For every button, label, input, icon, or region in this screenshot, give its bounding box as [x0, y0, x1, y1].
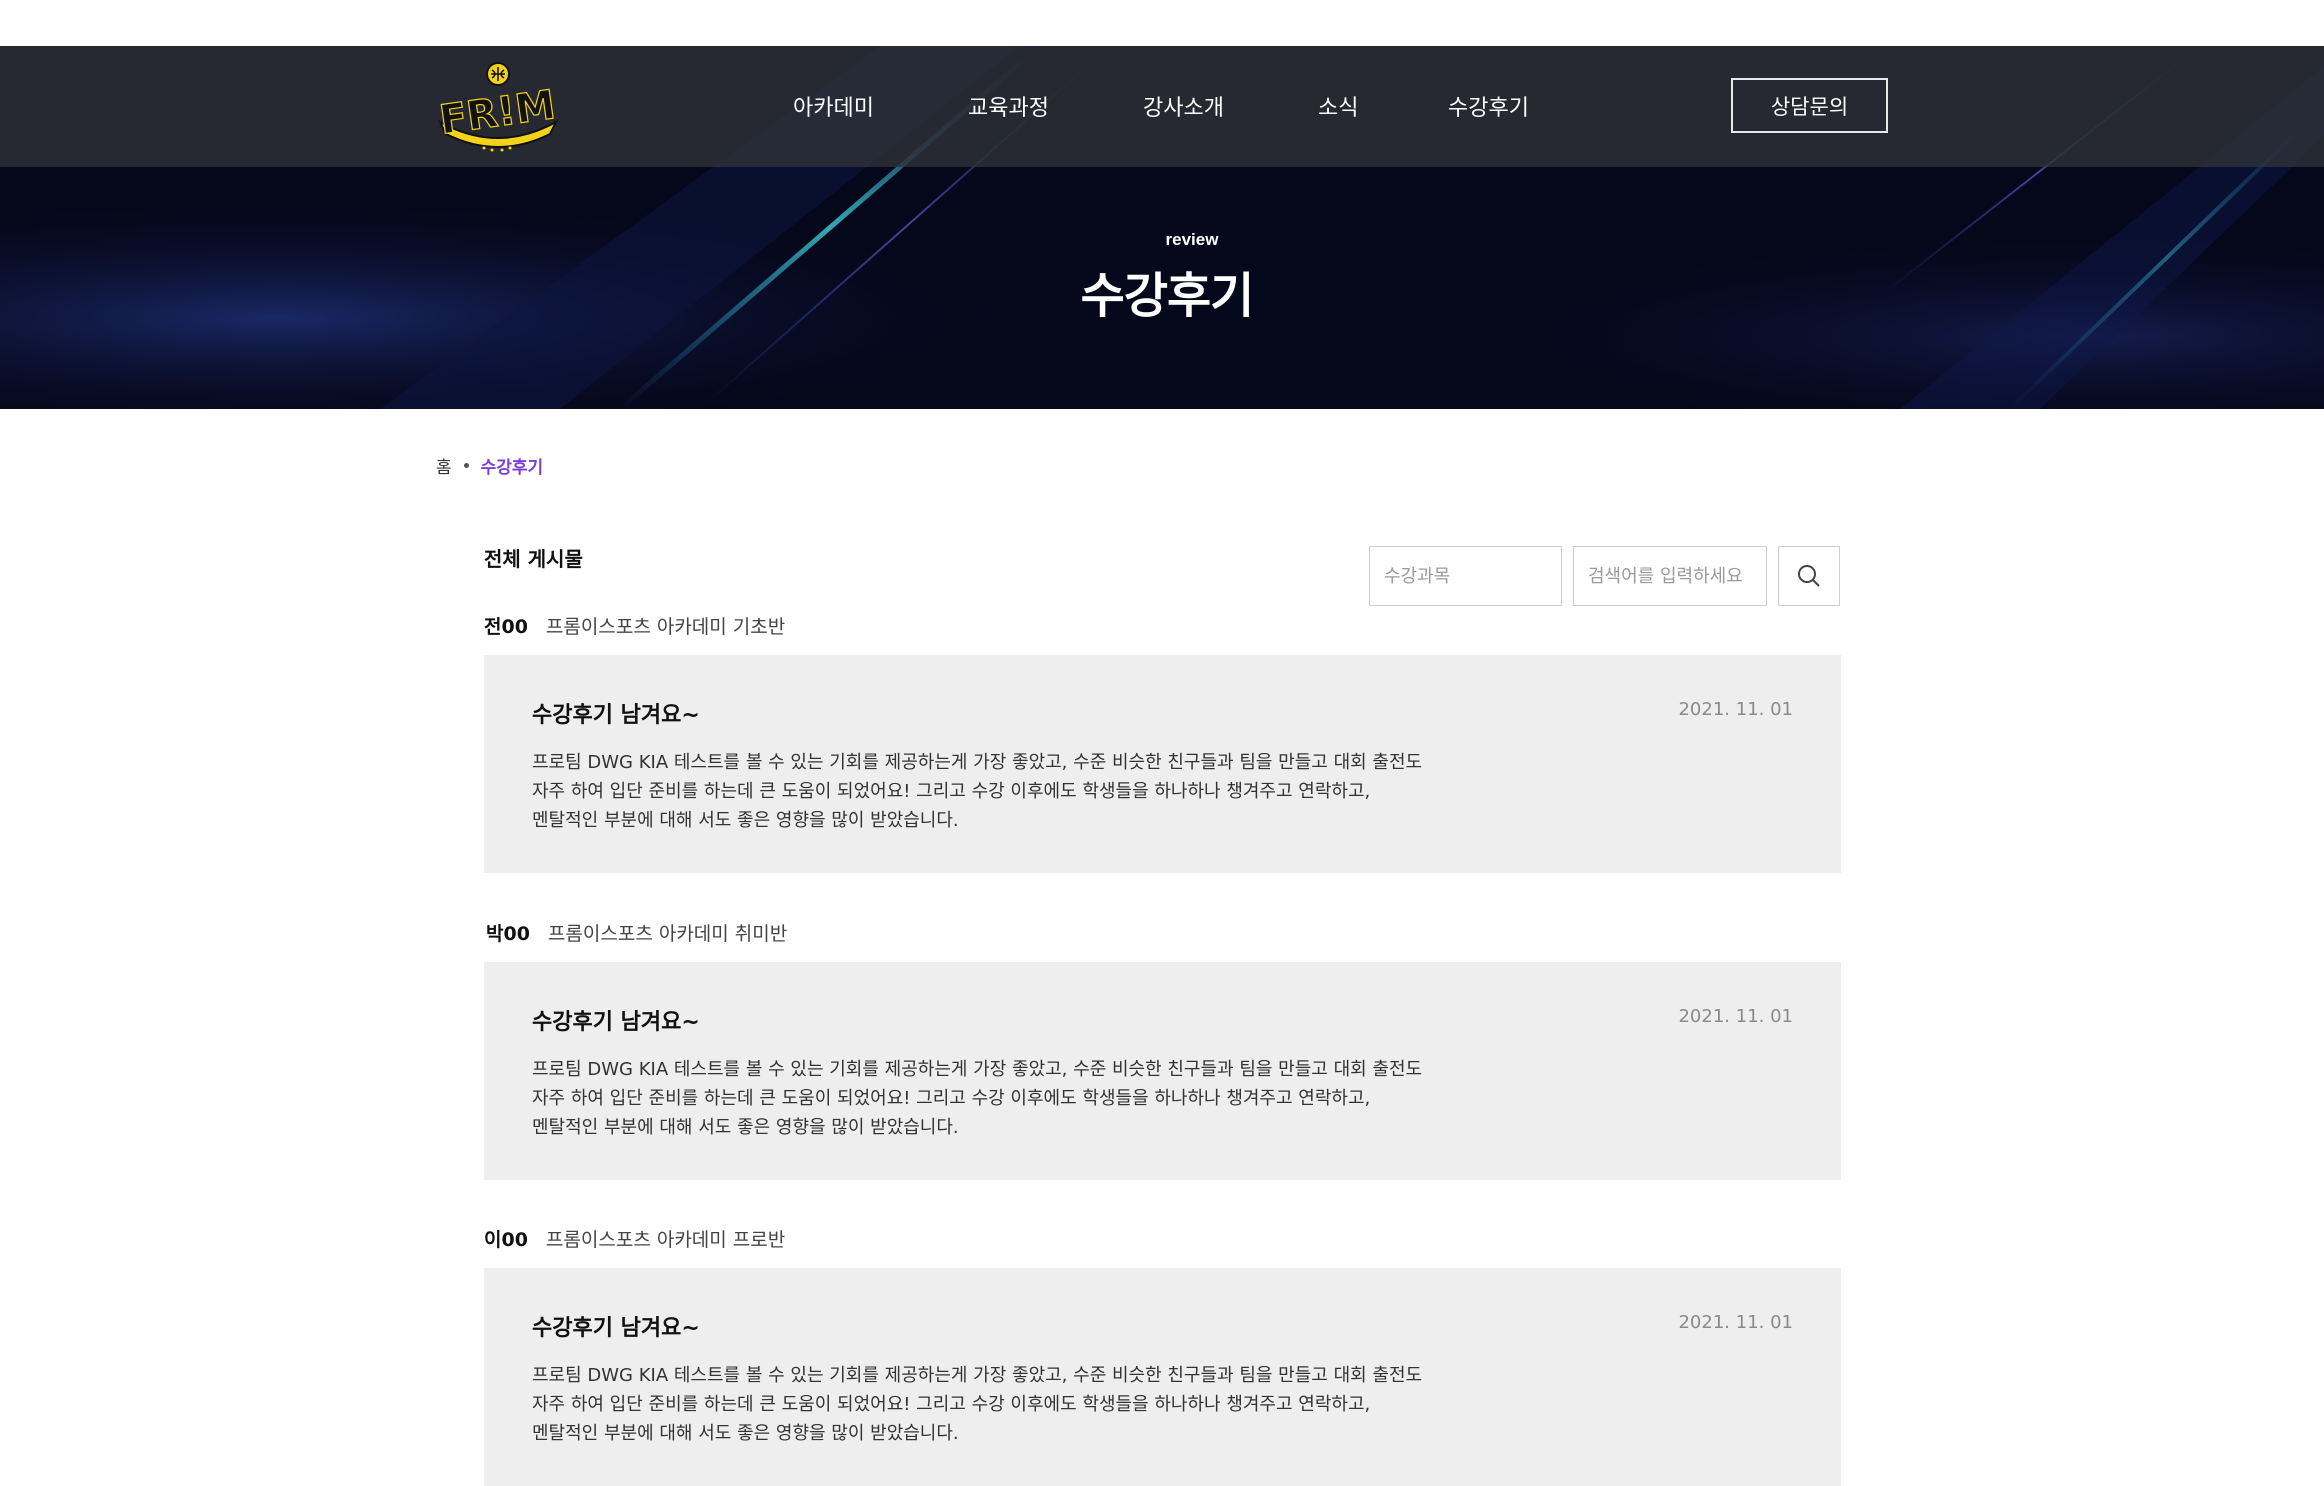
review-body-line: 멘탈적인 부분에 대해 서도 좋은 영향을 많이 받았습니다.: [532, 810, 959, 831]
review-card[interactable]: 수강후기 남겨요~ 2021. 11. 01 프로팀 DWG KIA 테스트를 …: [484, 655, 1841, 873]
nav-curriculum[interactable]: 교육과정: [968, 90, 1049, 122]
breadcrumb-separator-icon: [463, 463, 469, 468]
course-filter-input[interactable]: [1369, 546, 1562, 606]
review-title: 수강후기 남겨요~: [532, 1316, 700, 1341]
review-body: 프로팀 DWG KIA 테스트를 볼 수 있는 기회를 제공하는게 가장 좋았고…: [532, 1361, 1532, 1448]
review-date: 2021. 11. 01: [1678, 1006, 1793, 1027]
main-menu: 아카데미 교육과정 강사소개 소식 수강후기: [0, 46, 2324, 167]
search-input[interactable]: [1573, 546, 1767, 606]
review-body-line: 프로팀 DWG KIA 테스트를 볼 수 있는 기회를 제공하는게 가장 좋았고…: [532, 752, 1423, 773]
review-date: 2021. 11. 01: [1678, 1312, 1793, 1333]
review-body-line: 자주 하여 입단 준비를 하는데 큰 도움이 되었어요! 그리고 수강 이후에도…: [532, 1088, 1371, 1109]
review-body: 프로팀 DWG KIA 테스트를 볼 수 있는 기회를 제공하는게 가장 좋았고…: [532, 1055, 1532, 1142]
review-title: 수강후기 남겨요~: [532, 703, 700, 728]
review-body-line: 멘탈적인 부분에 대해 서도 좋은 영향을 많이 받았습니다.: [532, 1423, 959, 1444]
review-author: 이00: [484, 1229, 528, 1251]
review-meta: 전00 프롬이스포츠 아카데미 기초반: [484, 612, 785, 639]
review-title: 수강후기 남겨요~: [532, 1010, 700, 1035]
review-meta: 박00 프롬이스포츠 아카데미 취미반: [486, 919, 787, 946]
nav-academy[interactable]: 아카데미: [793, 90, 874, 122]
review-course: 프롬이스포츠 아카데미 프로반: [545, 1229, 786, 1251]
nav-instructors[interactable]: 강사소개: [1143, 90, 1224, 122]
section-title: 전체 게시물: [484, 547, 583, 571]
review-body-line: 멘탈적인 부분에 대해 서도 좋은 영향을 많이 받았습니다.: [532, 1117, 959, 1138]
nav-reviews[interactable]: 수강후기: [1448, 90, 1529, 122]
breadcrumb: 홈 수강후기: [436, 453, 543, 478]
review-body: 프로팀 DWG KIA 테스트를 볼 수 있는 기회를 제공하는게 가장 좋았고…: [532, 748, 1532, 835]
review-card[interactable]: 수강후기 남겨요~ 2021. 11. 01 프로팀 DWG KIA 테스트를 …: [484, 1268, 1841, 1486]
review-author: 박00: [486, 923, 530, 945]
search-button[interactable]: [1778, 546, 1840, 606]
review-body-line: 프로팀 DWG KIA 테스트를 볼 수 있는 기회를 제공하는게 가장 좋았고…: [532, 1365, 1423, 1386]
review-date: 2021. 11. 01: [1678, 699, 1793, 720]
review-course: 프롬이스포츠 아카데미 기초반: [545, 616, 786, 638]
consult-button[interactable]: 상담문의: [1731, 78, 1888, 133]
review-meta: 이00 프롬이스포츠 아카데미 프로반: [484, 1225, 785, 1252]
breadcrumb-current: 수강후기: [480, 458, 544, 478]
nav-news[interactable]: 소식: [1318, 90, 1358, 122]
hero-banner: FR!M 아카데미 교육과정 강사소개 소식 수강후기 상담문의 review …: [0, 46, 2324, 409]
review-card[interactable]: 수강후기 남겨요~ 2021. 11. 01 프로팀 DWG KIA 테스트를 …: [484, 962, 1841, 1180]
review-course: 프롬이스포츠 아카데미 취미반: [547, 923, 788, 945]
review-body-line: 자주 하여 입단 준비를 하는데 큰 도움이 되었어요! 그리고 수강 이후에도…: [532, 781, 1371, 802]
review-body-line: 자주 하여 입단 준비를 하는데 큰 도움이 되었어요! 그리고 수강 이후에도…: [532, 1394, 1371, 1415]
search-icon: [1798, 565, 1820, 587]
breadcrumb-home[interactable]: 홈: [436, 453, 452, 478]
hero-subtitle: review: [1165, 230, 1219, 249]
review-author: 전00: [484, 616, 528, 638]
review-body-line: 프로팀 DWG KIA 테스트를 볼 수 있는 기회를 제공하는게 가장 좋았고…: [532, 1059, 1423, 1080]
page-title: 수강후기: [1080, 268, 1255, 324]
